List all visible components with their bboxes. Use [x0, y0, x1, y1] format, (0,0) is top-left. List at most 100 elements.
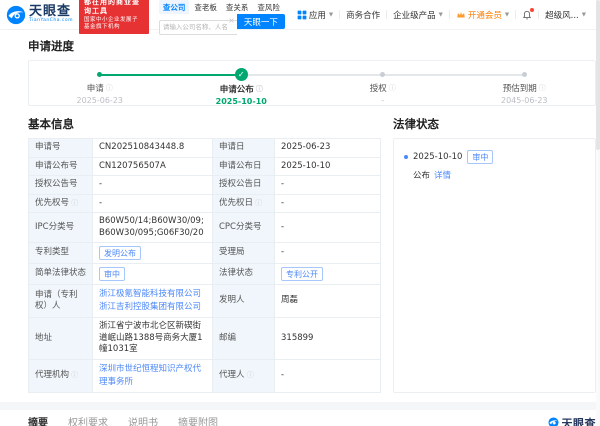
field-value: -: [275, 243, 381, 264]
company-link[interactable]: 浙江极氪智能科技有限公司: [99, 288, 206, 301]
field-value-text: -: [281, 247, 284, 257]
nav-item-3[interactable]: 企业级产品▼: [387, 9, 449, 21]
step-label-text: 申请: [87, 82, 104, 94]
search-button[interactable]: 天眼一下: [237, 14, 285, 29]
header: 天眼查 TianYanCha.com 都在用的商业查询工具 国家中小企业发展子基…: [0, 0, 600, 30]
table-row: 代理机构 ⓘ深圳市世纪恒程知识产权代理事务所代理人 ⓘ-: [29, 359, 381, 392]
info-icon[interactable]: ⓘ: [539, 83, 546, 93]
nav-item-label: 应用: [309, 9, 326, 21]
nav-item-label: 商务合作: [346, 9, 380, 21]
timeline-node: [380, 68, 385, 80]
field-label: 申请日: [213, 139, 275, 158]
field-value: 2025-06-23: [275, 139, 381, 158]
field-label: 申请（专利权）人: [29, 285, 93, 318]
section-divider: [0, 402, 600, 410]
chevron-down-icon: ▼: [505, 12, 509, 18]
timeline-node: [522, 68, 527, 80]
notification-bell[interactable]: [522, 10, 532, 20]
nav-item-6[interactable]: 超级风...▼: [539, 9, 592, 21]
detail-tabs: 摘要 权利要求 说明书 摘要附图 天眼查: [28, 410, 596, 426]
field-value: 深圳市世纪恒程知识产权代理事务所: [93, 359, 213, 392]
info-icon[interactable]: ⓘ: [256, 84, 263, 94]
table-row: 申请公布号CN120756507A申请公布日2025-10-10: [29, 157, 381, 176]
tab-摘要附图[interactable]: 摘要附图: [178, 410, 218, 426]
field-label: 申请号: [29, 139, 93, 158]
promo-banner: 都在用的商业查询工具 国家中小企业发展子基金旗下机构: [79, 0, 149, 34]
company-link[interactable]: 深圳市世纪恒程知识产权代理事务所: [99, 363, 206, 389]
tab-说明书[interactable]: 说明书: [128, 410, 158, 426]
field-label: 受理局: [213, 243, 275, 264]
info-icon[interactable]: ⓘ: [245, 371, 254, 379]
tianyancha-eye-icon: [6, 5, 26, 25]
field-label: 优先权日 ⓘ: [213, 194, 275, 213]
field-label-text: 专利类型: [35, 247, 69, 257]
search-input[interactable]: [159, 20, 237, 35]
clear-input-icon[interactable]: ×: [228, 17, 235, 25]
field-value: 2025-10-10: [275, 157, 381, 176]
grid-icon: [297, 10, 307, 20]
field-label-text: CPC分类号: [219, 222, 262, 232]
field-value-text: -: [99, 179, 102, 189]
nav-item-5[interactable]: [516, 10, 538, 20]
nav-item-2[interactable]: 商务合作: [340, 9, 386, 21]
search-tab-2[interactable]: 查老板: [190, 0, 221, 14]
field-value-text: 2025-10-10: [281, 161, 330, 171]
table-row: 地址浙江省宁波市北仑区新碶街道岷山路1388号商务大厦1幢1031室邮编3158…: [29, 318, 381, 360]
info-icon[interactable]: ⓘ: [69, 199, 78, 207]
progress-title: 申请进度: [28, 38, 596, 54]
crown-icon: [456, 10, 466, 20]
bullet-icon: [404, 155, 408, 159]
detail-link[interactable]: 详情: [434, 169, 451, 181]
field-label: IPC分类号: [29, 213, 93, 243]
timeline-step-1: 申请ⓘ 2025-06-23: [29, 61, 171, 105]
table-row: 授权公告号-授权公告日-: [29, 176, 381, 195]
tab-摘要[interactable]: 摘要: [28, 410, 48, 426]
watermark: 天眼查: [548, 415, 597, 426]
field-value-text: 315899: [281, 333, 313, 343]
info-icon[interactable]: ⓘ: [253, 199, 262, 207]
field-label: 地址: [29, 318, 93, 360]
search-tab-3[interactable]: 查关系: [222, 0, 253, 14]
field-label: 简单法律状态: [29, 264, 93, 285]
step-date: -: [381, 96, 384, 105]
notification-badge: [530, 8, 534, 12]
search-tab-1[interactable]: 查公司: [159, 0, 190, 14]
field-value: -: [275, 194, 381, 213]
step-label: 申请公布ⓘ: [220, 83, 263, 95]
nav-item-4[interactable]: 开通会员▼: [450, 9, 515, 21]
field-label-text: 申请公布日: [219, 161, 262, 171]
field-label-text: 优先权日: [219, 198, 253, 208]
field-label: CPC分类号: [213, 213, 275, 243]
step-date: 2025-06-23: [77, 96, 124, 105]
timeline-step-4: 预估到期ⓘ2045-06-23: [454, 61, 596, 105]
table-row: 优先权号 ⓘ-优先权日 ⓘ-: [29, 194, 381, 213]
field-label: 授权公告号: [29, 176, 93, 195]
company-link[interactable]: 浙江吉利控股集团有限公司: [99, 301, 206, 314]
chevron-down-icon: ▼: [329, 12, 333, 18]
scrollbar-thumb[interactable]: [596, 0, 600, 150]
status-tag: 发明公布: [99, 246, 141, 260]
field-label-text: 邮编: [219, 333, 236, 343]
field-value-text: CN202510843448.8: [99, 142, 184, 152]
field-label: 代理人 ⓘ: [213, 359, 275, 392]
watermark-logo-icon: [548, 417, 559, 426]
tab-权利要求[interactable]: 权利要求: [68, 410, 108, 426]
info-icon[interactable]: ⓘ: [69, 371, 78, 379]
search-tab-4[interactable]: 查风险: [253, 0, 284, 14]
page-scrollbar[interactable]: [596, 0, 600, 426]
info-icon[interactable]: ⓘ: [106, 83, 113, 93]
nav-item-1[interactable]: 应用▼: [291, 9, 339, 21]
tianyancha-logo[interactable]: 天眼查 TianYanCha.com: [6, 5, 73, 25]
field-value: 315899: [275, 318, 381, 360]
timeline-steps: 申请ⓘ2025-06-23✓申请公布ⓘ2025-10-10授权ⓘ-预估到期ⓘ20…: [29, 61, 595, 105]
field-label-text: 申请公布号: [35, 161, 78, 171]
field-label-text: 申请日: [219, 142, 245, 152]
field-value-text: -: [281, 198, 284, 208]
field-label: 优先权号 ⓘ: [29, 194, 93, 213]
info-icon[interactable]: ⓘ: [389, 83, 396, 93]
timeline-dot: [380, 72, 385, 77]
legal-status-panel: 2025-10-10审中公布详情: [393, 138, 596, 393]
field-label: 发明人: [213, 285, 275, 318]
brand-name: 天眼查: [29, 5, 73, 18]
field-label-text: 发明人: [219, 295, 245, 305]
